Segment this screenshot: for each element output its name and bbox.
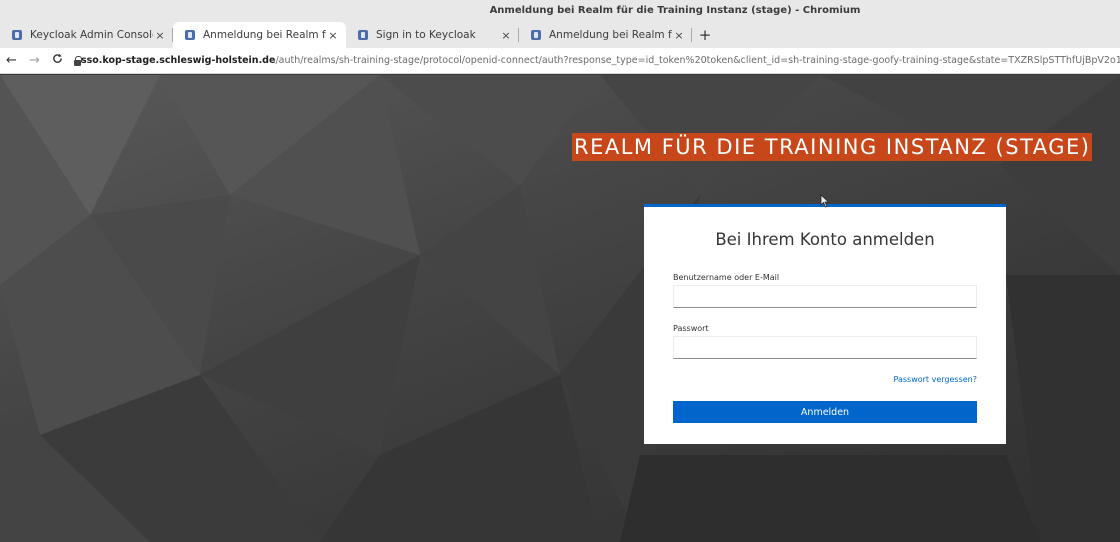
tab-anmeldung-realm-2[interactable]: Anmeldung bei Realm für ×: [519, 22, 692, 48]
url-path: /auth/realms/sh-training-stage/protocol/…: [275, 55, 1120, 66]
back-arrow-icon[interactable]: ←: [0, 53, 23, 68]
login-button[interactable]: Anmelden: [673, 401, 977, 423]
keycloak-favicon-icon: [185, 30, 195, 40]
tab-close-icon[interactable]: ×: [499, 29, 513, 42]
keycloak-favicon-icon: [531, 30, 541, 40]
window-title: Anmeldung bei Realm für die Training Ins…: [0, 0, 1120, 22]
forward-arrow-icon[interactable]: →: [23, 53, 46, 68]
url-host: sso.kop-stage.schleswig-holstein.de: [80, 55, 276, 66]
mouse-pointer-icon: [820, 194, 830, 208]
tab-keycloak-admin-console[interactable]: Keycloak Admin Console ×: [0, 22, 173, 48]
tab-strip: Keycloak Admin Console × Anmeldung bei R…: [0, 22, 1120, 48]
keycloak-favicon-icon: [358, 30, 368, 40]
tab-anmeldung-realm-active[interactable]: Anmeldung bei Realm für ×: [173, 22, 346, 48]
tab-label: Keycloak Admin Console: [30, 29, 153, 41]
login-heading: Bei Ihrem Konto anmelden: [715, 230, 935, 249]
tab-close-icon[interactable]: ×: [326, 29, 340, 42]
tab-close-icon[interactable]: ×: [153, 29, 167, 42]
username-input[interactable]: [673, 285, 977, 308]
reload-icon[interactable]: [46, 53, 69, 68]
tab-sign-in-to-keycloak[interactable]: Sign in to Keycloak ×: [346, 22, 519, 48]
url-field[interactable]: sso.kop-stage.schleswig-holstein.de /aut…: [73, 51, 1120, 71]
password-label: Passwort: [673, 324, 709, 333]
tab-label: Anmeldung bei Realm für: [549, 29, 672, 41]
realm-title-banner: REALM FÜR DIE TRAINING INSTANZ (STAGE): [572, 133, 1093, 161]
tab-divider: [691, 28, 692, 42]
tab-close-icon[interactable]: ×: [672, 29, 686, 42]
password-input[interactable]: [673, 336, 977, 359]
tab-label: Sign in to Keycloak: [376, 29, 476, 41]
tab-label: Anmeldung bei Realm für: [203, 29, 326, 41]
username-label: Benutzername oder E-Mail: [673, 273, 780, 282]
forgot-password-link[interactable]: Passwort vergessen?: [894, 375, 978, 384]
login-card: Bei Ihrem Konto anmelden Benutzername od…: [644, 204, 1006, 444]
login-page: REALM FÜR DIE TRAINING INSTANZ (STAGE) B…: [0, 75, 1120, 542]
keycloak-favicon-icon: [12, 30, 22, 40]
address-toolbar: ← → sso.kop-stage.schleswig-holstein.de …: [0, 48, 1120, 74]
new-tab-button[interactable]: +: [692, 22, 718, 48]
